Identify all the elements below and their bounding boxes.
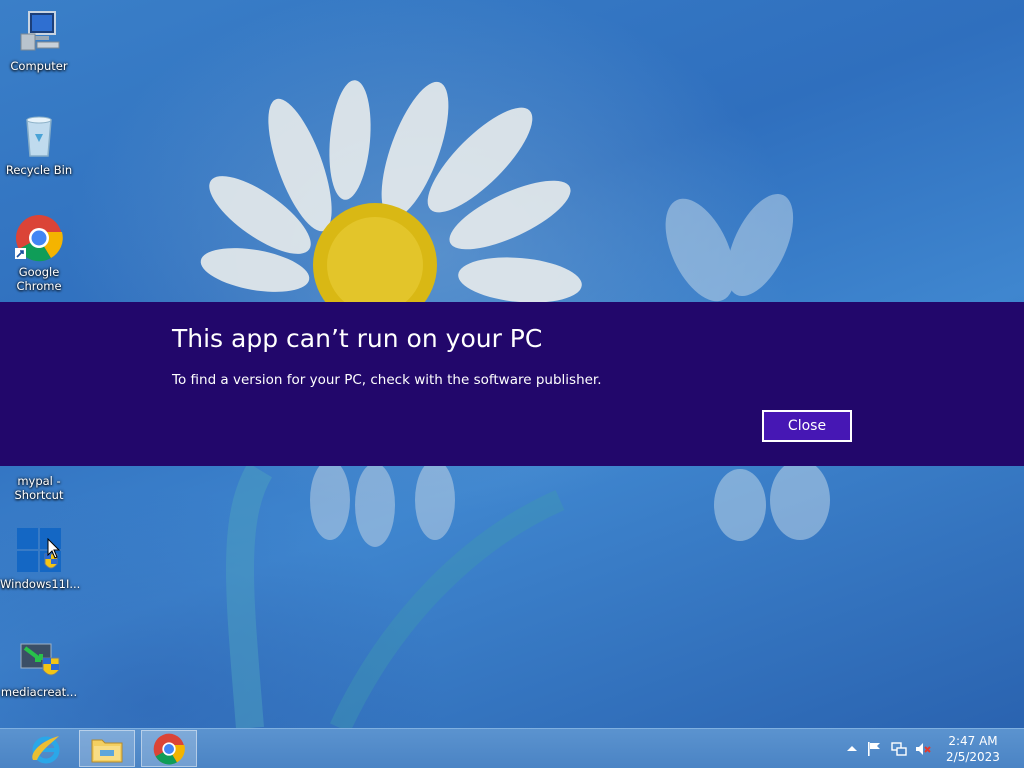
desktop-icon-label: Windows11I... bbox=[0, 577, 81, 591]
desktop-icon-recycle-bin[interactable]: Recycle Bin bbox=[0, 112, 78, 177]
desktop-icon-label: Computer bbox=[10, 59, 68, 73]
chrome-icon bbox=[153, 733, 185, 764]
dialog-title: This app can’t run on your PC bbox=[172, 324, 543, 353]
app-cant-run-dialog: This app can’t run on your PC To find a … bbox=[0, 302, 1024, 466]
dialog-message: To find a version for your PC, check wit… bbox=[172, 372, 602, 388]
internet-explorer-icon bbox=[32, 735, 60, 763]
desktop-icon-mypal-shortcut[interactable]: mypal - Shortcut bbox=[0, 474, 78, 502]
desktop-icon-mediacreationtool[interactable]: mediacreat... bbox=[0, 634, 78, 699]
desktop-icon-google-chrome[interactable]: Google Chrome bbox=[0, 214, 78, 293]
desktop-icon-label: mediacreat... bbox=[0, 685, 78, 699]
close-button[interactable]: Close bbox=[762, 410, 852, 442]
volume-muted-icon[interactable] bbox=[915, 741, 931, 757]
taskbar-internet-explorer[interactable] bbox=[18, 730, 74, 767]
network-icon[interactable] bbox=[891, 741, 907, 757]
desktop-icon-label: Google Chrome bbox=[16, 265, 62, 293]
show-hidden-icons-arrow-icon[interactable] bbox=[844, 741, 860, 757]
desktop-icon-label: mypal - Shortcut bbox=[14, 474, 64, 502]
chrome-icon bbox=[15, 214, 63, 262]
taskbar-google-chrome[interactable] bbox=[141, 730, 197, 767]
desktop-icon-computer[interactable]: Computer bbox=[0, 8, 78, 73]
desktop-icon-label: Recycle Bin bbox=[5, 163, 73, 177]
desktop-icon-windows11-installer[interactable]: Windows11I... bbox=[0, 526, 81, 591]
taskbar: 2:47 AM 2/5/2023 bbox=[0, 728, 1024, 768]
clock-time: 2:47 AM bbox=[948, 734, 998, 748]
file-explorer-icon bbox=[91, 739, 123, 762]
taskbar-file-explorer[interactable] bbox=[79, 730, 135, 767]
action-center-flag-icon[interactable] bbox=[866, 741, 882, 757]
recycle-bin-icon bbox=[15, 112, 63, 160]
clock-date: 2/5/2023 bbox=[946, 750, 1000, 764]
mouse-cursor-icon bbox=[47, 538, 61, 559]
taskbar-clock[interactable]: 2:47 AM 2/5/2023 bbox=[940, 733, 1006, 765]
computer-icon bbox=[15, 8, 63, 56]
media-creation-tool-icon bbox=[15, 634, 63, 682]
